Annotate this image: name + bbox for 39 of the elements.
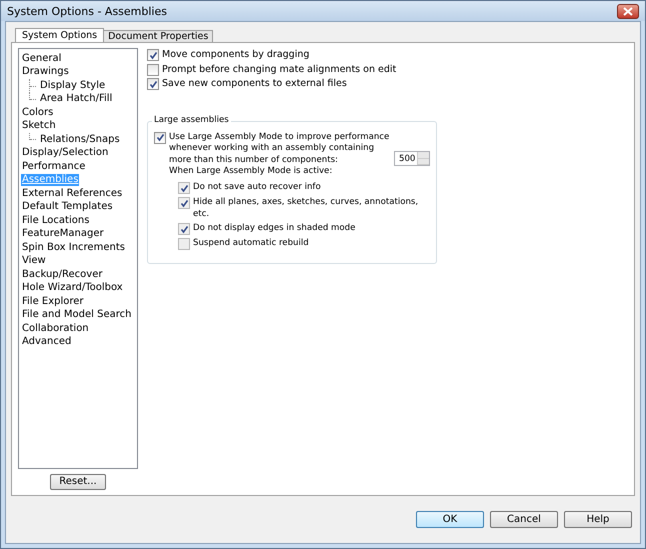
spin-box[interactable]: 500 xyxy=(394,151,430,166)
checkbox-label: Hide all planes, axes, sketches, curves, annotations, etc. xyxy=(193,197,420,220)
subheading: When Large Assembly Mode is active: xyxy=(169,166,332,176)
list-item[interactable]: Collaboration xyxy=(21,322,90,335)
list-item[interactable]: View xyxy=(21,255,47,268)
tab[interactable]: System Options xyxy=(15,28,104,42)
list-item[interactable]: File and Model Search xyxy=(21,309,132,322)
checkbox-label: Do not save auto recover info xyxy=(193,182,321,194)
list-item[interactable]: Spin Box Increments xyxy=(21,242,126,254)
list-item[interactable]: Default Templates xyxy=(21,201,114,214)
list-item[interactable]: Area Hatch/Fill xyxy=(39,93,114,106)
dialog-button[interactable]: Cancel xyxy=(490,511,558,528)
list-item[interactable]: Display/Selection xyxy=(21,147,110,160)
list-item[interactable]: Colors xyxy=(21,106,54,119)
checkbox-label: Use Large Assembly Mode to improve performance whenever working with an assembly containing more than this number of components: xyxy=(169,132,390,166)
dialog-button[interactable]: Help xyxy=(564,511,632,528)
list-item[interactable]: Hole Wizard/Toolbox xyxy=(21,282,124,294)
list-item[interactable]: Sketch xyxy=(21,120,57,132)
checkbox-label: Do not display edges in shaded mode xyxy=(193,223,356,234)
list-item[interactable]: FeatureManager xyxy=(21,228,105,240)
checkbox-label: Suspend automatic rebuild xyxy=(193,238,309,250)
reset-button[interactable]: Reset... xyxy=(50,474,106,490)
dialog-button[interactable]: OK xyxy=(416,511,484,528)
list-item[interactable]: External References xyxy=(21,188,124,200)
list-item[interactable]: General xyxy=(21,52,62,65)
list-item[interactable]: Backup/Recover xyxy=(21,268,104,281)
list-item[interactable]: Advanced xyxy=(21,336,72,348)
checkbox-label: Move components by dragging xyxy=(162,49,310,62)
window-title: System Options - Assemblies xyxy=(7,4,167,18)
tab[interactable]: Document Properties xyxy=(103,30,214,42)
list-item[interactable]: Performance xyxy=(21,160,86,173)
group-title: Large assemblies xyxy=(152,114,231,124)
list-item[interactable]: File Locations xyxy=(21,214,90,227)
checkbox-label: Save new components to external files xyxy=(162,78,347,90)
checkbox-label: Prompt before changing mate alignments on edit xyxy=(162,64,396,76)
list-item[interactable]: Drawings xyxy=(21,66,70,78)
list-item[interactable]: File Explorer xyxy=(21,296,85,308)
list-item[interactable]: Relations/Snaps xyxy=(39,134,121,146)
list-item[interactable]: Display Style xyxy=(39,80,106,92)
